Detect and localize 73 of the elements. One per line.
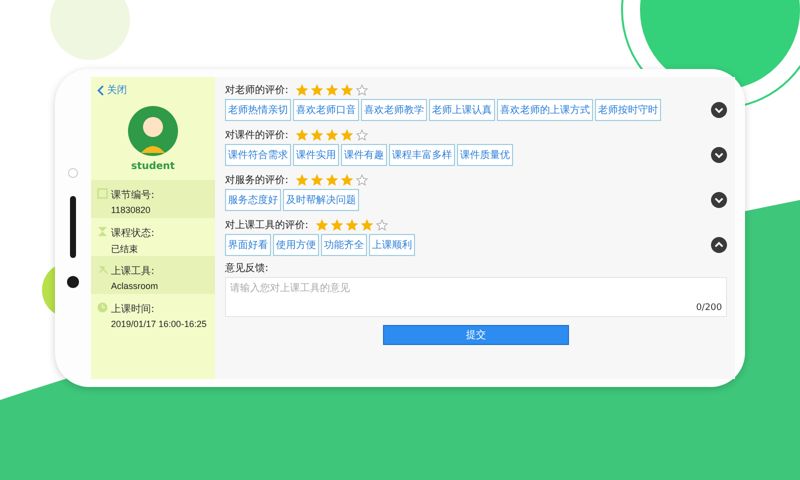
info-label: 课程状态: <box>111 226 154 240</box>
star-icon <box>341 129 354 141</box>
star-icon <box>356 174 368 186</box>
char-counter: 0/200 <box>696 303 722 313</box>
tag-chip[interactable]: 服务态度好 <box>225 189 281 211</box>
tag-chip[interactable]: 喜欢老师教学 <box>361 99 427 121</box>
wrench-icon <box>97 264 108 275</box>
star-icon <box>326 129 338 141</box>
star-rating[interactable] <box>296 129 368 141</box>
star-icon <box>331 219 344 231</box>
rating-title: 对服务的评价: <box>225 174 288 187</box>
speaker-icon <box>70 196 76 258</box>
tag-chip[interactable]: 课件有趣 <box>341 144 387 166</box>
chevron-down-icon[interactable] <box>711 147 727 163</box>
star-icon <box>296 84 308 96</box>
star-icon <box>326 174 338 186</box>
info-label: 上课时间: <box>111 302 156 316</box>
back-link[interactable]: 关闭 <box>91 83 215 97</box>
star-rating[interactable] <box>296 174 368 186</box>
info-value: 2019/01/17 16:00-16:25 <box>111 319 207 329</box>
star-rating[interactable] <box>296 84 368 96</box>
star-icon <box>326 84 338 96</box>
info-value: Aclassroom <box>111 281 158 291</box>
star-icon <box>311 84 324 96</box>
tag-chip[interactable]: 老师按时守时 <box>595 99 661 121</box>
info-label: 课节编号: <box>111 188 154 202</box>
tag-chip[interactable]: 及时帮解决问题 <box>283 189 359 211</box>
tag-chip[interactable]: 课件质量优 <box>457 144 513 166</box>
star-icon <box>316 219 328 231</box>
chevron-down-icon[interactable] <box>711 102 727 118</box>
star-icon <box>361 219 374 231</box>
star-icon <box>356 84 368 96</box>
note-icon <box>97 188 108 199</box>
tag-chip[interactable]: 使用方便 <box>273 234 319 256</box>
star-icon <box>311 129 324 141</box>
tag-chip[interactable]: 老师热情亲切 <box>225 99 291 121</box>
feedback-label: 意见反馈: <box>225 262 270 275</box>
tag-chip[interactable]: 课件符合需求 <box>225 144 291 166</box>
chevron-down-icon[interactable] <box>711 192 727 208</box>
rating-title: 对课件的评价: <box>225 128 288 142</box>
info-value: 11830820 <box>111 205 152 215</box>
tag-chip[interactable]: 课程丰富多样 <box>389 144 455 166</box>
rating-title: 对老师的评价: <box>225 84 288 97</box>
star-icon <box>296 174 308 186</box>
info-value: 已结束 <box>111 243 139 256</box>
avatar-icon <box>127 105 179 157</box>
rating-title: 对上课工具的评价: <box>225 218 308 232</box>
star-icon <box>376 219 388 231</box>
tag-chip[interactable]: 上课顺利 <box>369 234 415 256</box>
star-icon <box>356 129 368 141</box>
camera-icon <box>68 168 78 178</box>
feedback-input[interactable]: 请输入您对上课工具的意见 <box>230 281 722 295</box>
feedback-field[interactable]: 请输入您对上课工具的意见 0/200 <box>225 277 727 317</box>
star-icon <box>296 129 308 141</box>
star-icon <box>346 219 358 231</box>
star-icon <box>341 174 354 186</box>
tag-chip[interactable]: 功能齐全 <box>321 234 367 256</box>
submit-button[interactable]: 提交 <box>383 325 569 345</box>
hourglass-icon <box>97 226 108 237</box>
home-button-icon <box>67 276 79 288</box>
chevron-left-icon <box>97 84 104 96</box>
star-icon <box>341 84 354 96</box>
tag-chip[interactable]: 喜欢老师的上课方式 <box>497 99 593 121</box>
chevron-up-icon[interactable] <box>711 237 727 253</box>
clock-icon <box>97 302 108 313</box>
star-rating[interactable] <box>316 219 388 231</box>
info-label: 上课工具: <box>111 264 156 278</box>
tag-chip[interactable]: 喜欢老师口音 <box>293 99 359 121</box>
tag-chip[interactable]: 老师上课认真 <box>429 99 495 121</box>
tag-chip[interactable]: 界面好看 <box>225 234 271 256</box>
tag-chip[interactable]: 课件实用 <box>293 144 339 166</box>
username: student <box>131 161 175 172</box>
star-icon <box>311 174 324 186</box>
